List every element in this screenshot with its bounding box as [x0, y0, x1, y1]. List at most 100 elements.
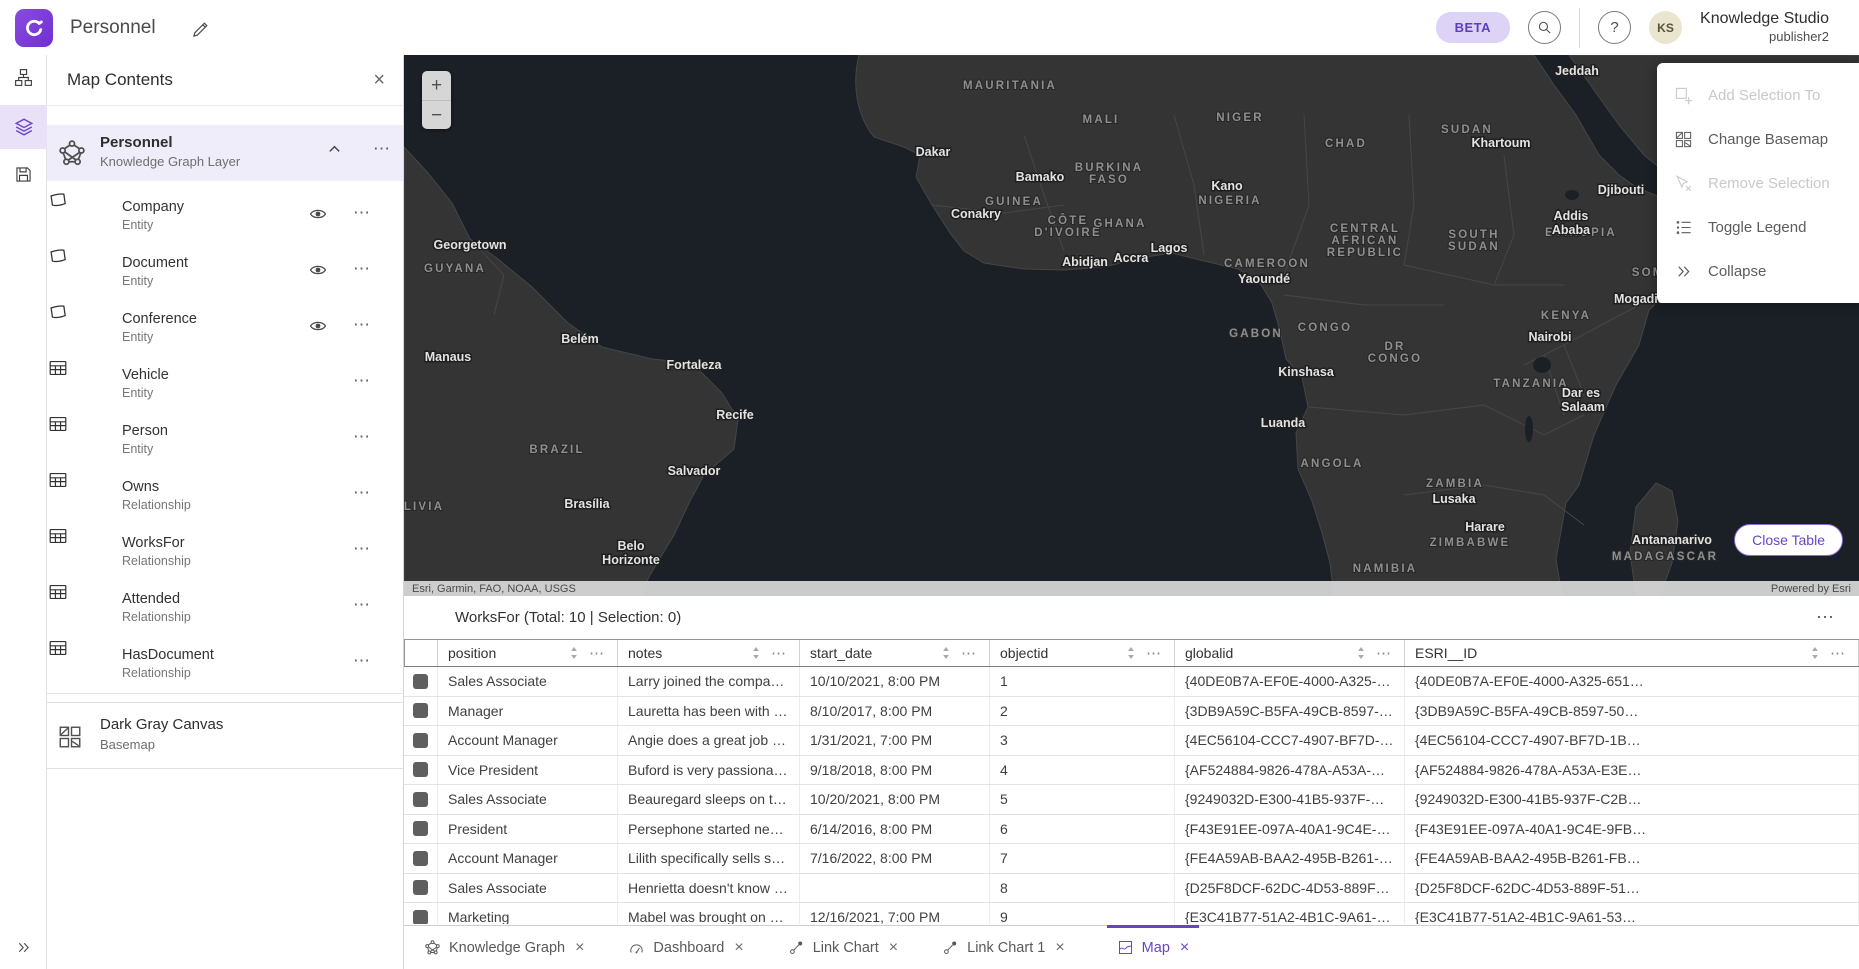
table-row[interactable]: ManagerLauretta has been with the comp…8… [404, 697, 1859, 727]
layer-options-button[interactable]: ⋯ [353, 203, 371, 223]
city-label: Lusaka [1432, 492, 1476, 506]
visibility-toggle[interactable] [309, 317, 327, 335]
table-row[interactable]: Sales AssociateBeauregard sleeps on the … [404, 785, 1859, 815]
close-tab-icon[interactable]: × [1055, 939, 1064, 957]
layer-item-document[interactable]: DocumentEntity⋯ [47, 245, 403, 301]
layer-options-button[interactable]: ⋯ [353, 371, 371, 391]
tab-map[interactable]: Map× [1107, 926, 1200, 969]
row-checkbox[interactable] [413, 880, 428, 895]
cell-text: 10/10/2021, 8:00 PM [810, 673, 940, 689]
column-header-ESRI__ID[interactable]: ESRI__ID⋯ [1405, 640, 1859, 666]
layer-item-vehicle[interactable]: VehicleEntity⋯ [47, 357, 403, 413]
column-header-objectid[interactable]: objectid⋯ [990, 640, 1175, 666]
zoom-in-button[interactable]: + [422, 71, 451, 100]
powered-by-text: Powered by Esri [1771, 583, 1851, 595]
map-view[interactable]: MAURITANIAMALINIGERCHADSUDANBURKINAFASOG… [404, 55, 1859, 596]
tab-link-chart-1[interactable]: Link Chart 1× [932, 926, 1075, 969]
basemap-item[interactable]: Dark Gray Canvas Basemap [47, 702, 403, 769]
layer-options-button[interactable]: ⋯ [353, 539, 371, 559]
layer-item-company[interactable]: CompanyEntity⋯ [47, 189, 403, 245]
sort-icon[interactable] [1126, 645, 1136, 661]
layer-item-attended[interactable]: AttendedRelationship⋯ [47, 581, 403, 637]
column-header-position[interactable]: position⋯ [438, 640, 618, 666]
layer-options-button[interactable]: ⋯ [353, 315, 371, 335]
column-options-button[interactable]: ⋯ [1376, 644, 1392, 662]
zoom-out-button[interactable]: − [422, 100, 451, 129]
layer-name: Company [122, 199, 184, 215]
edit-title-button[interactable] [190, 18, 212, 40]
column-header-start_date[interactable]: start_date⋯ [800, 640, 990, 666]
cell-text: Lauretta has been with the comp… [628, 703, 789, 719]
menu-item-toggle-legend[interactable]: Toggle Legend [1657, 205, 1859, 249]
table-row[interactable]: Sales AssociateHenrietta doesn't know wh… [404, 874, 1859, 904]
app-logo[interactable] [15, 9, 53, 47]
layer-labels: ConferenceEntity [122, 311, 197, 344]
layer-item-conference[interactable]: ConferenceEntity ⋯ [47, 301, 403, 357]
layer-options-button[interactable]: ⋯ [353, 259, 371, 279]
help-button[interactable]: ? [1598, 11, 1631, 44]
layer-options-button[interactable]: ⋯ [353, 595, 371, 615]
expand-panel-button[interactable] [0, 927, 47, 967]
search-button[interactable] [1528, 11, 1561, 44]
sort-icon[interactable] [1810, 645, 1820, 661]
row-checkbox[interactable] [413, 762, 428, 777]
layer-name: HasDocument [122, 647, 214, 663]
row-checkbox[interactable] [413, 851, 428, 866]
close-panel-button[interactable]: × [373, 69, 385, 92]
column-header-globalid[interactable]: globalid⋯ [1175, 640, 1405, 666]
column-options-button[interactable]: ⋯ [771, 644, 787, 662]
close-tab-icon[interactable]: × [575, 939, 584, 957]
tab-link-chart[interactable]: Link Chart× [778, 926, 908, 969]
table-row[interactable]: Sales AssociateLarry joined the company … [404, 667, 1859, 697]
sort-icon[interactable] [569, 645, 579, 661]
table-row[interactable]: Account ManagerAngie does a great job br… [404, 726, 1859, 756]
rail-item-save[interactable] [0, 152, 47, 196]
column-options-button[interactable]: ⋯ [961, 644, 977, 662]
column-header-notes[interactable]: notes⋯ [618, 640, 800, 666]
basemap-canvas[interactable]: MAURITANIAMALINIGERCHADSUDANBURKINAFASOG… [404, 55, 1859, 596]
sort-icon[interactable] [1356, 645, 1366, 661]
collapse-group-button[interactable] [327, 142, 342, 157]
tab-knowledge-graph[interactable]: Knowledge Graph× [414, 926, 594, 969]
column-options-button[interactable]: ⋯ [1146, 644, 1162, 662]
menu-item-change-basemap[interactable]: Change Basemap [1657, 117, 1859, 161]
row-checkbox[interactable] [413, 792, 428, 807]
cell-notes: Henrietta doesn't know what she'… [618, 874, 800, 903]
layer-item-hasdocument[interactable]: HasDocumentRelationship⋯ [47, 637, 403, 693]
table-row[interactable]: PresidentPersephone started new metal o…… [404, 815, 1859, 845]
cell-text: Beauregard sleeps on the job a lo… [628, 791, 789, 807]
table-body: Sales AssociateLarry joined the company … [404, 667, 1859, 924]
visibility-toggle[interactable] [309, 205, 327, 223]
layer-item-worksfor[interactable]: WorksForRelationship⋯ [47, 525, 403, 581]
layer-group-personnel[interactable]: Personnel Knowledge Graph Layer ⋯ [47, 125, 403, 181]
avatar[interactable]: KS [1649, 11, 1682, 44]
layer-options-button[interactable]: ⋯ [353, 483, 371, 503]
tab-dashboard[interactable]: Dashboard× [618, 926, 753, 969]
group-options-button[interactable]: ⋯ [373, 139, 391, 159]
row-checkbox[interactable] [413, 674, 428, 689]
sort-icon[interactable] [941, 645, 951, 661]
layer-item-owns[interactable]: OwnsRelationship⋯ [47, 469, 403, 525]
visibility-toggle[interactable] [309, 261, 327, 279]
layer-item-person[interactable]: PersonEntity⋯ [47, 413, 403, 469]
column-options-button[interactable]: ⋯ [589, 644, 605, 662]
menu-item-collapse[interactable]: Collapse [1657, 249, 1859, 293]
row-checkbox[interactable] [413, 703, 428, 718]
row-checkbox[interactable] [413, 733, 428, 748]
layer-options-button[interactable]: ⋯ [353, 651, 371, 671]
rail-item-map-contents[interactable] [0, 105, 47, 149]
table-options-button[interactable]: ⋯ [1816, 607, 1835, 628]
close-tab-icon[interactable]: × [1180, 939, 1189, 957]
row-checkbox[interactable] [413, 821, 428, 836]
column-options-button[interactable]: ⋯ [1830, 644, 1846, 662]
table-row[interactable]: MarketingMabel was brought on with the e… [404, 903, 1859, 924]
table-row[interactable]: Account ManagerLilith specifically sells… [404, 844, 1859, 874]
close-tab-icon[interactable]: × [734, 939, 743, 957]
table-row[interactable]: Vice PresidentBuford is very passionate … [404, 756, 1859, 786]
layer-options-button[interactable]: ⋯ [353, 427, 371, 447]
close-table-button[interactable]: Close Table [1734, 524, 1843, 556]
rail-item-data-model[interactable] [0, 55, 47, 99]
row-checkbox[interactable] [413, 910, 428, 924]
close-tab-icon[interactable]: × [889, 939, 898, 957]
sort-icon[interactable] [751, 645, 761, 661]
